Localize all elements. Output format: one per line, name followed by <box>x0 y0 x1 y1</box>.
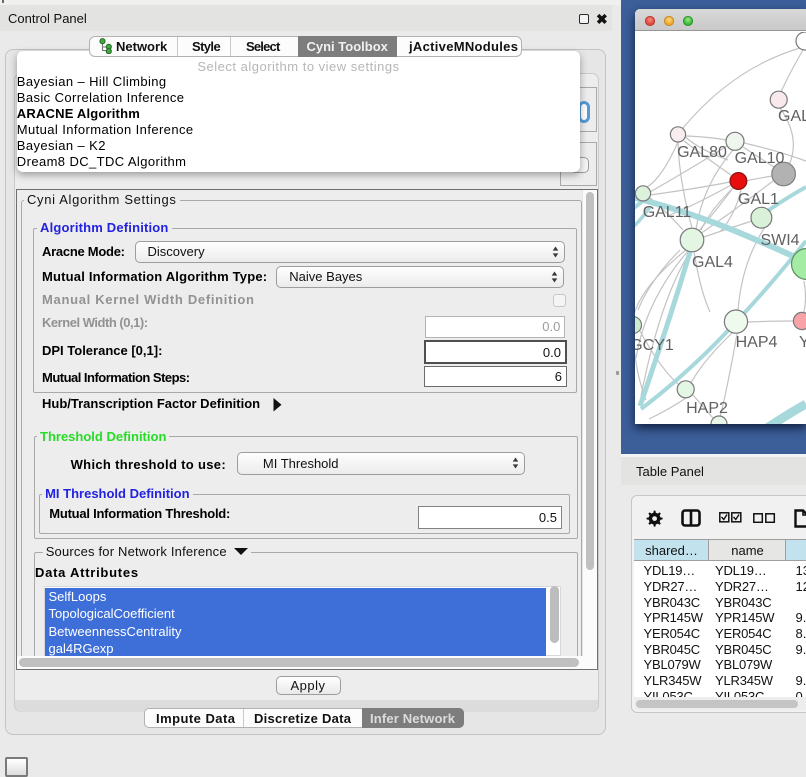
svg-text:GAL80: GAL80 <box>677 144 727 161</box>
svg-text:GAL10: GAL10 <box>735 150 785 167</box>
svg-text:GAL11: GAL11 <box>643 204 692 221</box>
svg-text:HAP4: HAP4 <box>736 334 778 351</box>
svg-text:HAP2: HAP2 <box>686 400 728 417</box>
svg-text:GAL7: GAL7 <box>778 108 806 125</box>
svg-text:SWI4: SWI4 <box>760 232 799 249</box>
svg-text:GAL4: GAL4 <box>692 254 733 271</box>
svg-text:GAL1: GAL1 <box>738 191 779 208</box>
svg-text:GCY1: GCY1 <box>635 337 674 354</box>
svg-text:Y: Y <box>799 334 806 351</box>
